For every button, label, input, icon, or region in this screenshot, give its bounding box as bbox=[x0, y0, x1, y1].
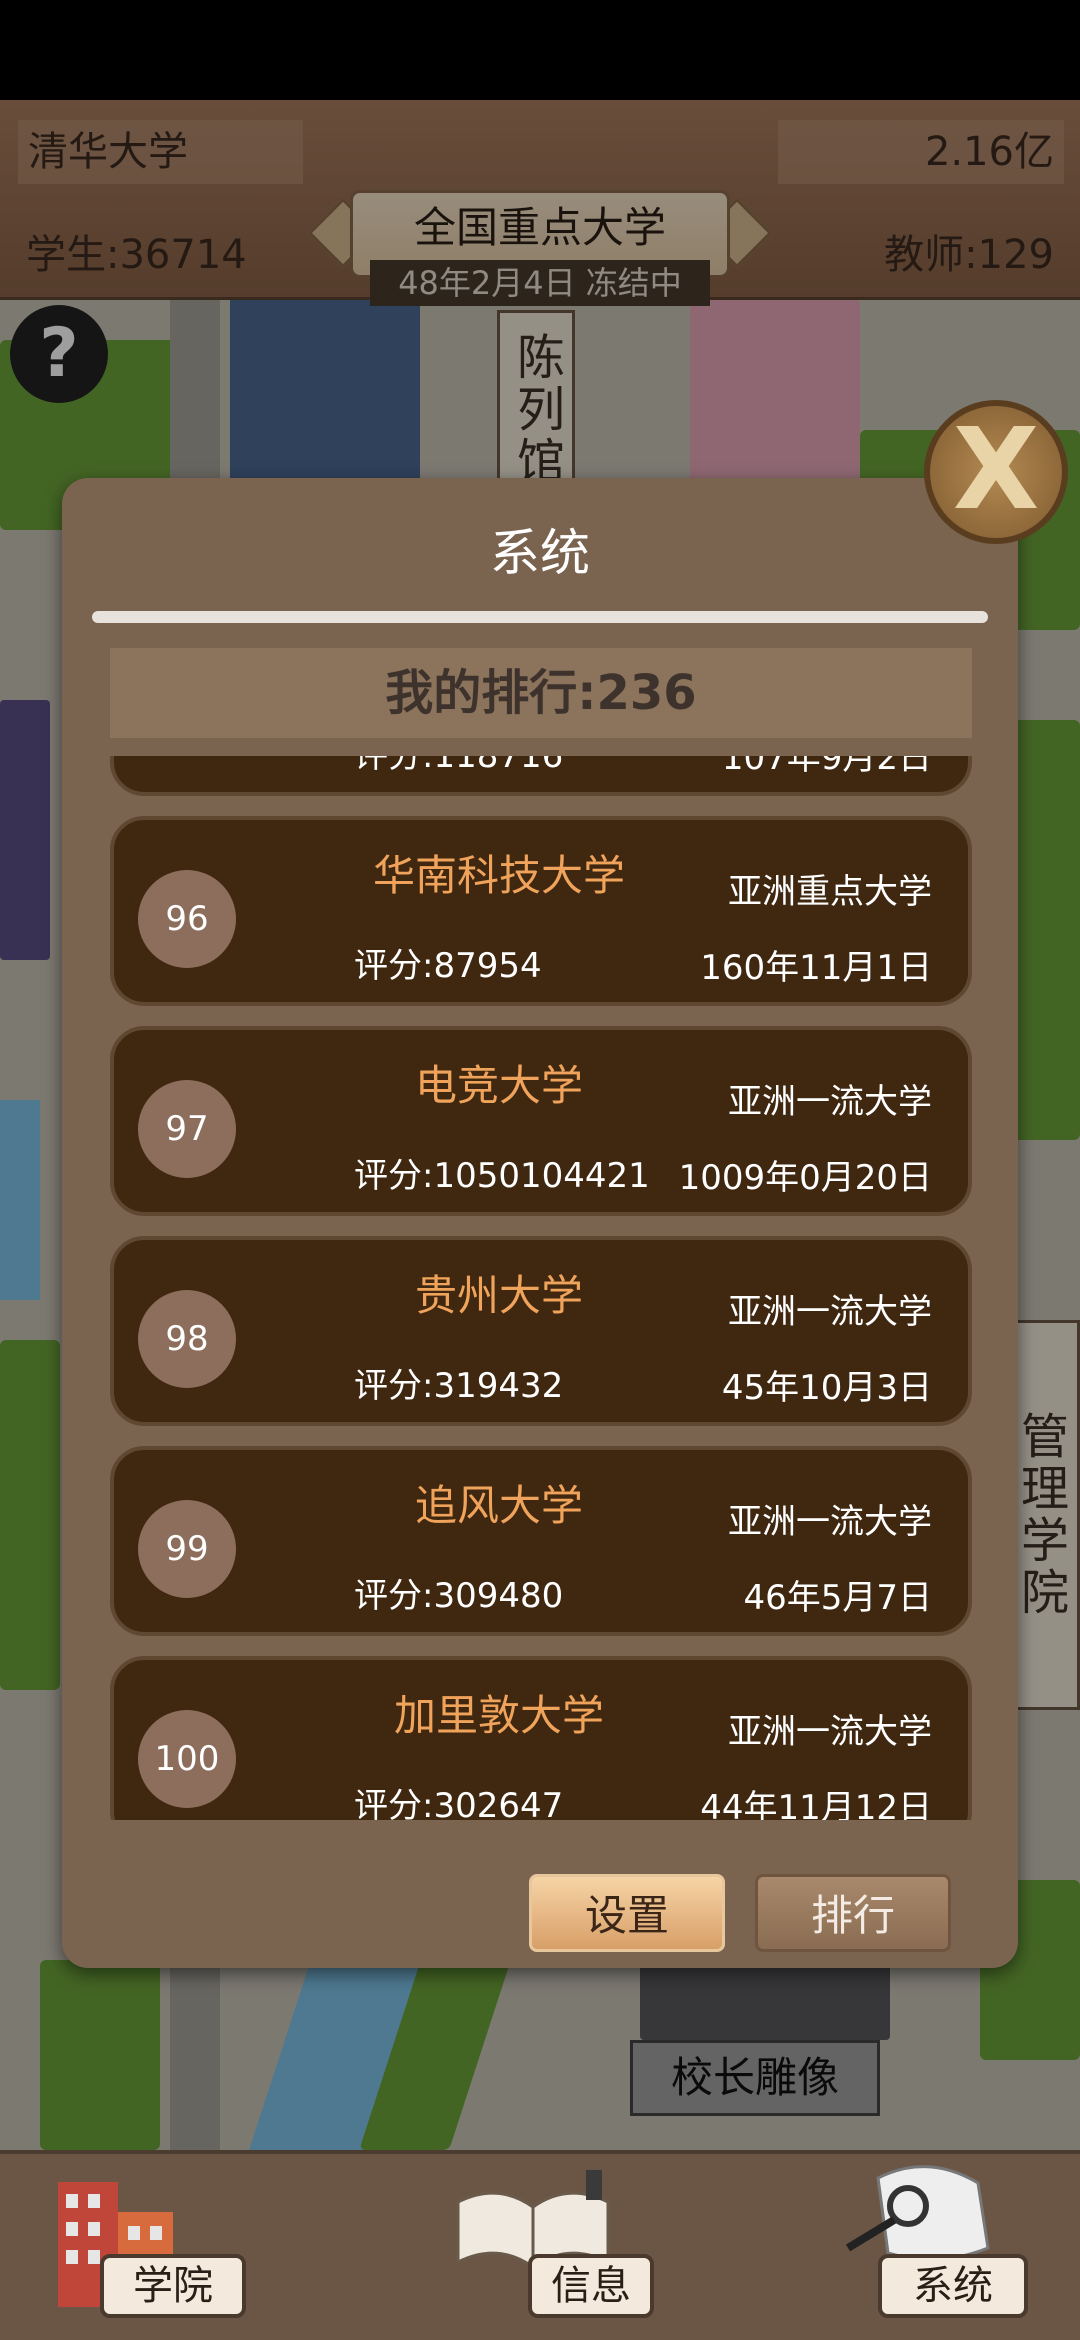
university-class: 亚洲一流大学 bbox=[728, 1502, 932, 1542]
rank-badge: 100 bbox=[138, 1710, 236, 1808]
ranking-row-partial[interactable]: 评分:118716 107年9月2日 bbox=[110, 756, 972, 796]
rank-badge: 97 bbox=[138, 1080, 236, 1178]
row-score: 评分:319432 bbox=[354, 1366, 564, 1406]
row-date: 45年10月3日 bbox=[721, 1368, 932, 1408]
system-dialog: 系统 我的排行:236 评分:118716 107年9月2日 96 华南科技大学… bbox=[62, 478, 1018, 1968]
bottom-nav: 学院 信息 系统 bbox=[0, 2150, 1080, 2340]
dialog-title: 系统 bbox=[490, 524, 590, 582]
my-rank-label: 我的排行:236 bbox=[110, 648, 972, 738]
row-date: 107年9月2日 bbox=[721, 756, 932, 778]
row-score: 评分:309480 bbox=[354, 1576, 564, 1616]
ranking-row[interactable]: 100 加里敦大学 亚洲一流大学 评分:302647 44年11月12日 bbox=[110, 1656, 972, 1820]
university-name: 贵州大学 bbox=[414, 1271, 583, 1320]
row-score: 评分:118716 bbox=[354, 756, 564, 776]
tab-system[interactable]: 系统 bbox=[878, 2254, 1028, 2318]
university-class: 亚洲一流大学 bbox=[728, 1292, 932, 1332]
university-name: 加里敦大学 bbox=[393, 1691, 604, 1740]
close-icon[interactable]: X bbox=[924, 400, 1068, 544]
university-class: 亚洲重点大学 bbox=[728, 872, 932, 912]
university-name: 华南科技大学 bbox=[372, 851, 625, 900]
settings-button[interactable]: 设置 bbox=[529, 1874, 725, 1952]
row-score: 评分:87954 bbox=[354, 946, 542, 986]
ranking-row[interactable]: 96 华南科技大学 亚洲重点大学 评分:87954 160年11月1日 bbox=[110, 816, 972, 1006]
tab-college[interactable]: 学院 bbox=[100, 2254, 246, 2318]
ranking-list[interactable]: 评分:118716 107年9月2日 96 华南科技大学 亚洲重点大学 评分:8… bbox=[110, 756, 972, 1820]
ranking-row[interactable]: 97 电竞大学 亚洲一流大学 评分:1050104421 1009年0月20日 bbox=[110, 1026, 972, 1216]
university-name: 追风大学 bbox=[414, 1481, 583, 1530]
dialog-divider bbox=[92, 611, 988, 623]
university-class: 亚洲一流大学 bbox=[728, 1712, 932, 1752]
row-date: 44年11月12日 bbox=[700, 1788, 932, 1820]
rank-badge: 99 bbox=[138, 1500, 236, 1598]
row-date: 160年11月1日 bbox=[700, 948, 932, 988]
row-score: 评分:302647 bbox=[354, 1786, 564, 1820]
ranking-row[interactable]: 98 贵州大学 亚洲一流大学 评分:319432 45年10月3日 bbox=[110, 1236, 972, 1426]
rank-badge: 96 bbox=[138, 870, 236, 968]
university-name: 电竞大学 bbox=[414, 1061, 583, 1110]
tab-info[interactable]: 信息 bbox=[528, 2254, 654, 2318]
ranking-button[interactable]: 排行 bbox=[755, 1874, 951, 1952]
system-magnifier-icon bbox=[845, 2165, 990, 2261]
row-date: 1009年0月20日 bbox=[678, 1158, 932, 1198]
university-class: 亚洲一流大学 bbox=[728, 1082, 932, 1122]
status-bar bbox=[0, 0, 1080, 100]
row-score: 评分:1050104421 bbox=[354, 1156, 650, 1196]
rank-badge: 98 bbox=[138, 1290, 236, 1388]
row-date: 46年5月7日 bbox=[743, 1578, 932, 1618]
ranking-row[interactable]: 99 追风大学 亚洲一流大学 评分:309480 46年5月7日 bbox=[110, 1446, 972, 1636]
